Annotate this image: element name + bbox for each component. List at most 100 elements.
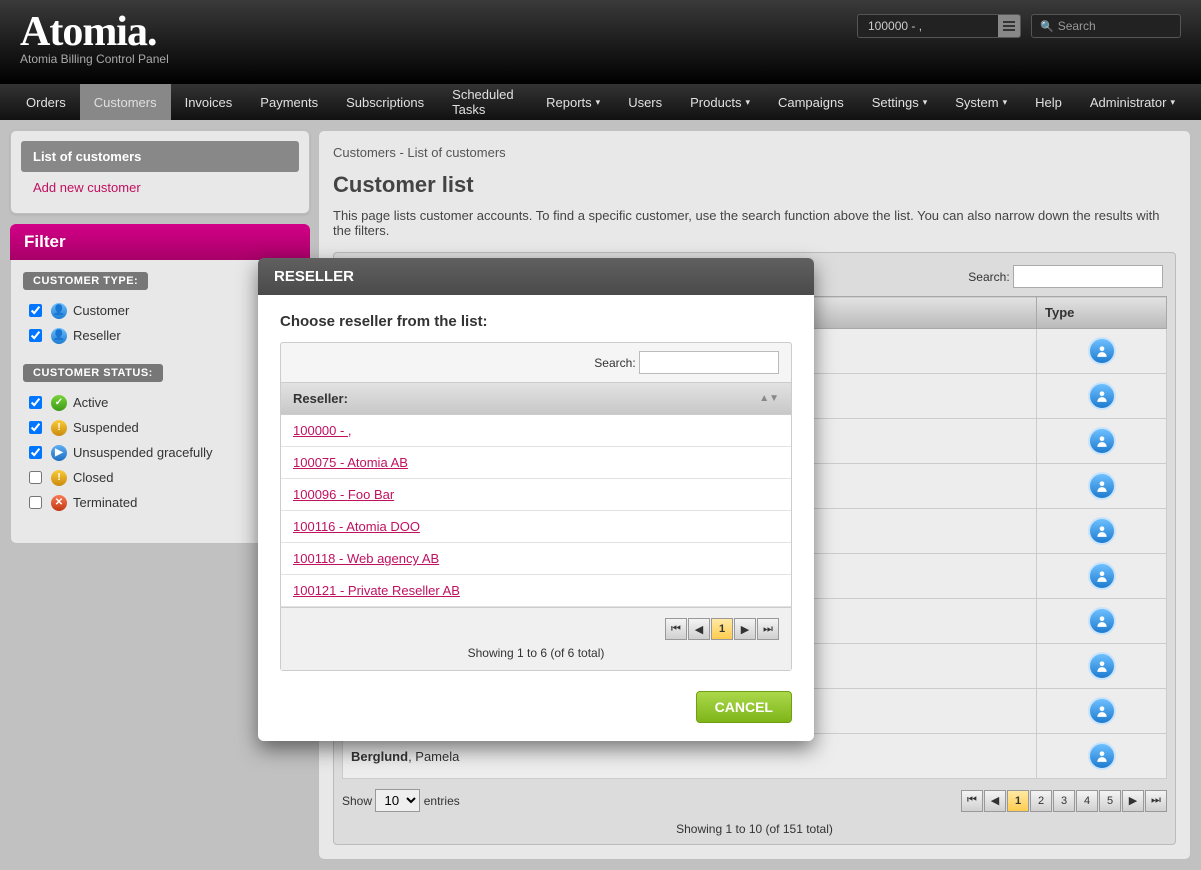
nav-subscriptions[interactable]: Subscriptions (332, 84, 438, 120)
filter-type-customer[interactable]: 👤Customer (25, 298, 297, 323)
header-right: 100000 - , 🔍 Search (857, 14, 1181, 38)
table-pager: ⏮◀12345▶⏭ (961, 790, 1167, 812)
table-search-input[interactable] (1013, 265, 1163, 288)
chevron-down-icon: ▾ (596, 97, 601, 108)
chevron-down-icon: ▾ (1003, 97, 1008, 108)
nav-administrator[interactable]: Administrator▾ (1076, 84, 1189, 120)
reseller-list-item: 100096 - Foo Bar (281, 479, 791, 511)
local-nav-add-new-customer[interactable]: Add new customer (21, 172, 299, 203)
top-bar: Atomia. Atomia Billing Control Panel 100… (0, 0, 1201, 84)
nav-scheduled-tasks[interactable]: Scheduled Tasks (438, 84, 532, 120)
status-icon: ✕ (51, 495, 67, 511)
reseller-link[interactable]: 100096 - Foo Bar (293, 487, 394, 502)
modal-pager: ⏮◀1▶⏭ (665, 618, 779, 640)
customer-type-icon (1088, 472, 1116, 500)
customer-type-icon (1088, 382, 1116, 410)
local-nav: List of customersAdd new customer (21, 141, 299, 203)
breadcrumb: Customers - List of customers (333, 145, 1176, 160)
modal-title: RESELLER (258, 258, 814, 295)
user-icon: 👤 (51, 328, 67, 344)
brand-name: Atomia. (20, 8, 169, 56)
reseller-list-item: 100116 - Atomia DOO (281, 511, 791, 543)
nav-reports[interactable]: Reports▾ (532, 84, 614, 120)
pager-next[interactable]: ⏭ (757, 618, 779, 640)
nav-products[interactable]: Products▾ (676, 84, 764, 120)
pager-page[interactable]: 1 (1007, 790, 1029, 812)
status-icon: ▶ (51, 445, 67, 461)
nav-users[interactable]: Users (614, 84, 676, 120)
pager-prev[interactable]: ◀ (984, 790, 1006, 812)
filter-status-list: ✓Active!Suspended▶Unsuspended gracefully… (25, 390, 297, 515)
pager-next[interactable]: ⏭ (1145, 790, 1167, 812)
nav-payments[interactable]: Payments (246, 84, 332, 120)
reseller-link[interactable]: 100121 - Private Reseller AB (293, 583, 460, 598)
pager-prev[interactable]: ⏮ (961, 790, 983, 812)
nav-help[interactable]: Help (1021, 84, 1076, 120)
modal-info: Showing 1 to 6 (of 6 total) (293, 646, 779, 660)
pager-page[interactable]: 5 (1099, 790, 1121, 812)
customer-type-icon (1088, 607, 1116, 635)
reseller-list-item: 100118 - Web agency AB (281, 543, 791, 575)
table-search-label: Search: (968, 270, 1009, 284)
pager-prev[interactable]: ◀ (688, 618, 710, 640)
nav-settings[interactable]: Settings▾ (858, 84, 942, 120)
col-type[interactable]: Type (1037, 297, 1167, 329)
search-icon: 🔍 (1040, 20, 1054, 33)
chevron-down-icon: ▾ (745, 97, 750, 108)
filter-status-suspended[interactable]: !Suspended (25, 415, 297, 440)
reseller-list-item: 100075 - Atomia AB (281, 447, 791, 479)
modal-search-label: Search: (594, 356, 635, 370)
customer-type-icon (1088, 742, 1116, 770)
status-icon: ! (51, 470, 67, 486)
reseller-modal: RESELLER Choose reseller from the list: … (258, 258, 814, 741)
filter-status-unsuspended-gracefully[interactable]: ▶Unsuspended gracefully (25, 440, 297, 465)
nav-invoices[interactable]: Invoices (171, 84, 247, 120)
pager-page[interactable]: 3 (1053, 790, 1075, 812)
filter-status-active[interactable]: ✓Active (25, 390, 297, 415)
brand-subtitle: Atomia Billing Control Panel (20, 52, 169, 66)
cancel-button[interactable]: CANCEL (696, 691, 792, 723)
reseller-link[interactable]: 100118 - Web agency AB (293, 551, 439, 566)
pager-page[interactable]: 2 (1030, 790, 1052, 812)
pager-next[interactable]: ▶ (1122, 790, 1144, 812)
entries-label: entries (424, 794, 460, 808)
reseller-link[interactable]: 100116 - Atomia DOO (293, 519, 420, 534)
reseller-selector-button[interactable] (998, 15, 1020, 37)
main-nav: OrdersCustomersInvoicesPaymentsSubscript… (0, 84, 1201, 120)
reseller-list-item: 100121 - Private Reseller AB (281, 575, 791, 607)
nav-campaigns[interactable]: Campaigns (764, 84, 858, 120)
modal-subtitle: Choose reseller from the list: (280, 313, 792, 330)
reseller-link[interactable]: 100075 - Atomia AB (293, 455, 408, 470)
filter-status-terminated[interactable]: ✕Terminated (25, 490, 297, 515)
customer-type-icon (1088, 337, 1116, 365)
filter-type-reseller[interactable]: 👤Reseller (25, 323, 297, 348)
filter-type-heading: CUSTOMER TYPE: (23, 272, 148, 290)
global-search[interactable]: 🔍 Search (1031, 14, 1181, 38)
reseller-selector[interactable]: 100000 - , (857, 14, 1021, 38)
customer-type-icon (1088, 427, 1116, 455)
pager-next[interactable]: ▶ (734, 618, 756, 640)
pager-page[interactable]: 4 (1076, 790, 1098, 812)
filter-status-heading: CUSTOMER STATUS: (23, 364, 163, 382)
filter-type-list: 👤Customer👤Reseller (25, 298, 297, 348)
filter-status-closed[interactable]: !Closed (25, 465, 297, 490)
pager-page[interactable]: 1 (711, 618, 733, 640)
chevron-down-icon: ▾ (923, 97, 928, 108)
hamburger-icon (1003, 25, 1015, 27)
modal-search-input[interactable] (639, 351, 779, 374)
sort-icon: ▲▼ (759, 393, 779, 404)
pager-prev[interactable]: ⏮ (665, 618, 687, 640)
nav-orders[interactable]: Orders (12, 84, 80, 120)
nav-customers[interactable]: Customers (80, 84, 171, 120)
page-title: Customer list (333, 172, 1176, 198)
reseller-list-item: 100000 - , (281, 415, 791, 447)
status-icon: ! (51, 420, 67, 436)
customer-type-icon (1088, 517, 1116, 545)
customer-type-icon (1088, 562, 1116, 590)
modal-column-header[interactable]: Reseller: ▲▼ (281, 382, 791, 415)
user-icon: 👤 (51, 303, 67, 319)
filter-title: Filter (10, 224, 310, 260)
chevron-down-icon: ▾ (1170, 97, 1175, 108)
reseller-link[interactable]: 100000 - , (293, 423, 352, 438)
nav-system[interactable]: System▾ (941, 84, 1021, 120)
